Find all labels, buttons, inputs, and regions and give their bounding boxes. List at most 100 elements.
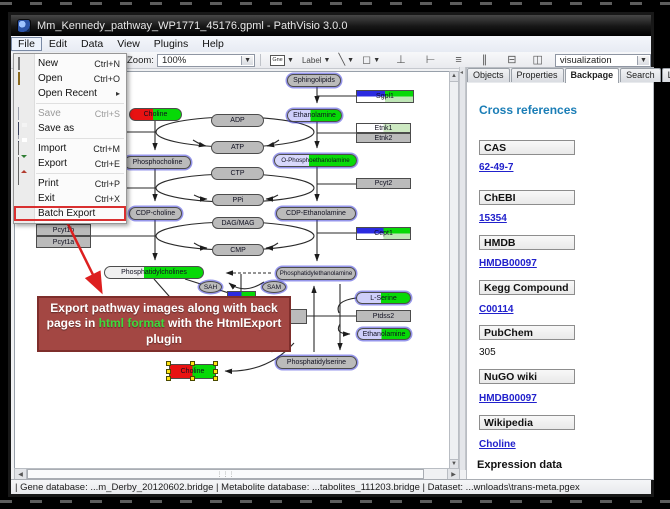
chevron-down-icon[interactable]: ▼ bbox=[287, 57, 294, 64]
xref-title: ChEBI bbox=[479, 190, 575, 205]
zoom-combobox[interactable]: 100% ▼ bbox=[157, 54, 255, 67]
selection-handle[interactable] bbox=[213, 361, 218, 366]
pathway-node-phosphatidylethanolamine[interactable]: Phosphatidylethanolamine bbox=[276, 267, 356, 280]
menu-item-batch-export[interactable]: Batch Export bbox=[14, 206, 126, 221]
menu-item-new[interactable]: NewCtrl+N bbox=[14, 56, 126, 71]
pathway-node-cmp[interactable]: CMP bbox=[212, 244, 264, 256]
align-middle-button[interactable]: ⊢ bbox=[424, 53, 438, 67]
xref-link[interactable]: 62-49-7 bbox=[479, 162, 513, 173]
pathway-node-cdp-choline[interactable]: CDP-choline bbox=[129, 207, 182, 220]
pathway-node-l-serine[interactable]: L-Serine bbox=[356, 292, 411, 304]
menu-item-open[interactable]: OpenCtrl+O bbox=[14, 71, 126, 86]
shape-tool[interactable]: ◻ ▼ bbox=[360, 53, 382, 67]
visualization-combobox[interactable]: visualization ▼ bbox=[555, 54, 651, 67]
pathway-gene-sgpl1[interactable]: Sgpl1 bbox=[356, 90, 414, 103]
menu-edit[interactable]: Edit bbox=[42, 37, 74, 51]
pathway-gene-etnk1[interactable]: Etnk1 bbox=[356, 123, 411, 133]
xref-link[interactable]: 15354 bbox=[479, 213, 507, 224]
pathway-gene-ptdss2[interactable]: Ptdss2 bbox=[356, 310, 411, 322]
tab-backpage[interactable]: Backpage bbox=[565, 68, 620, 83]
selection-handle[interactable] bbox=[190, 376, 195, 381]
pathway-node-dag[interactable]: DAG/MAG bbox=[212, 217, 264, 229]
xref-link[interactable]: C00114 bbox=[479, 304, 513, 315]
tab-search[interactable]: Search bbox=[620, 68, 661, 82]
scroll-left-icon[interactable]: ◀ bbox=[15, 469, 27, 479]
pathway-node-phosphatidylcholines[interactable]: Phosphatidylcholines bbox=[104, 266, 204, 279]
import-icon bbox=[18, 143, 30, 154]
pathway-node-phosphatidylserine[interactable]: Phosphatidylserine bbox=[276, 356, 357, 369]
pathway-node-ethanolamine-bottom[interactable]: Ethanolamine bbox=[357, 328, 411, 340]
scroll-right-icon[interactable]: ▶ bbox=[447, 469, 459, 479]
canvas-vertical-scrollbar[interactable]: ▲ ▼ bbox=[449, 71, 459, 470]
xref-link[interactable]: HMDB00097 bbox=[479, 258, 537, 269]
common-height-button[interactable]: ◫ bbox=[530, 53, 544, 67]
xref-title: NuGO wiki bbox=[479, 369, 575, 384]
app-icon bbox=[17, 19, 31, 33]
tab-legend[interactable]: Legend bbox=[662, 68, 670, 82]
pathway-gene-pcyt1b[interactable]: Pcyt1b bbox=[36, 224, 91, 236]
tab-objects[interactable]: Objects bbox=[467, 68, 510, 82]
status-text: | Gene database: ...m_Derby_20120602.bri… bbox=[15, 482, 580, 493]
pathway-node-sah[interactable]: SAH bbox=[199, 281, 222, 293]
align-center-button[interactable]: ⊥ bbox=[394, 53, 408, 67]
menu-item-open-recent[interactable]: Open Recent▸ bbox=[14, 86, 126, 101]
common-height-icon: ◫ bbox=[532, 55, 542, 66]
zoom-label: Zoom: bbox=[127, 55, 154, 66]
menu-view[interactable]: View bbox=[110, 37, 147, 51]
xref-link[interactable]: Choline bbox=[479, 439, 516, 450]
pathway-node-o-phosphoethanolamine[interactable]: O-Phosphoethanolamine bbox=[274, 154, 357, 167]
save-as-icon bbox=[18, 123, 30, 134]
menu-plugins[interactable]: Plugins bbox=[147, 37, 195, 51]
selection-handle[interactable] bbox=[166, 369, 171, 374]
distribute-vertical-button[interactable]: ∥ bbox=[480, 53, 490, 67]
expression-data-heading: Expression data bbox=[477, 459, 562, 471]
menu-item-import[interactable]: ImportCtrl+M bbox=[14, 141, 126, 156]
pathway-node-phosphocholine[interactable]: Phosphocholine bbox=[124, 156, 191, 169]
pathway-gene-etnk2[interactable]: Etnk2 bbox=[356, 133, 411, 143]
gene-box-icon: Gne bbox=[270, 55, 285, 66]
selection-handle[interactable] bbox=[190, 361, 195, 366]
selection-handle[interactable] bbox=[166, 361, 171, 366]
pathway-gene-pcyt2[interactable]: Pcyt2 bbox=[356, 178, 411, 189]
chevron-down-icon[interactable]: ▼ bbox=[324, 57, 331, 64]
pathway-node-ppi[interactable]: PPi bbox=[212, 194, 264, 206]
pathway-node-ethanolamine[interactable]: Ethanolamine bbox=[287, 109, 342, 122]
selection-handle[interactable] bbox=[213, 376, 218, 381]
chevron-down-icon[interactable]: ▼ bbox=[637, 56, 649, 65]
tab-properties[interactable]: Properties bbox=[511, 68, 564, 82]
pathway-node-cdp-ethanolamine[interactable]: CDP-Ethanolamine bbox=[276, 207, 356, 220]
distribute-horizontal-button[interactable]: ≡ bbox=[453, 53, 463, 67]
label-tool[interactable]: Label ▼ bbox=[300, 53, 333, 67]
menu-item-exit[interactable]: ExitCtrl+X bbox=[14, 191, 126, 206]
splitter-collapse-icon[interactable]: ◂ bbox=[460, 69, 463, 76]
selection-handle[interactable] bbox=[213, 369, 218, 374]
menu-data[interactable]: Data bbox=[74, 37, 110, 51]
pathway-node-atp[interactable]: ATP bbox=[211, 141, 264, 154]
scroll-up-icon[interactable]: ▲ bbox=[450, 72, 458, 82]
pathway-gene-cept1[interactable]: Cept1 bbox=[356, 227, 411, 240]
gene-node-tool[interactable]: Gne ▼ bbox=[268, 53, 296, 67]
line-tool[interactable]: ╲ ▼ bbox=[336, 53, 356, 67]
pathway-node-adp[interactable]: ADP bbox=[211, 114, 264, 127]
pathway-gene-pcyt1a[interactable]: Pcyt1a bbox=[36, 236, 91, 248]
xref-title: Kegg Compound bbox=[479, 280, 575, 295]
chevron-down-icon[interactable]: ▼ bbox=[241, 56, 253, 65]
pathway-node-sphingolipids[interactable]: Sphingolipids bbox=[287, 74, 341, 87]
common-width-button[interactable]: ⊟ bbox=[505, 53, 518, 67]
pathway-node-sam[interactable]: SAM bbox=[262, 281, 286, 293]
menu-file[interactable]: File bbox=[11, 37, 42, 51]
chevron-down-icon[interactable]: ▼ bbox=[373, 57, 380, 64]
menu-separator bbox=[36, 173, 124, 174]
scrollbar-thumb[interactable]: ⋮⋮⋮ bbox=[27, 469, 424, 479]
pathway-node-choline[interactable]: Choline bbox=[129, 108, 182, 121]
menu-item-save-as[interactable]: Save as bbox=[14, 121, 126, 136]
menu-item-export[interactable]: ExportCtrl+E bbox=[14, 156, 126, 171]
menu-help[interactable]: Help bbox=[195, 37, 231, 51]
menu-item-print[interactable]: PrintCtrl+P bbox=[14, 176, 126, 191]
pathway-node-ctp[interactable]: CTP bbox=[211, 167, 264, 180]
xref-link[interactable]: HMDB00097 bbox=[479, 393, 537, 404]
selection-handle[interactable] bbox=[166, 376, 171, 381]
title-bar[interactable]: Mm_Kennedy_pathway_WP1771_45176.gpml - P… bbox=[11, 15, 651, 36]
sidebar-splitter[interactable]: ◂ bbox=[459, 67, 466, 470]
chevron-down-icon[interactable]: ▼ bbox=[347, 57, 354, 64]
